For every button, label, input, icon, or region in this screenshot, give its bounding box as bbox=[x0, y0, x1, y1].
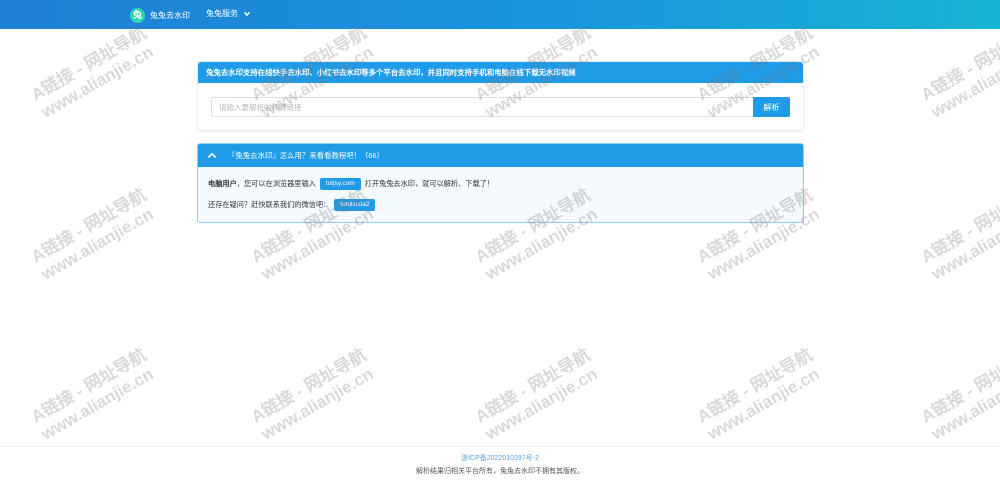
parse-button[interactable]: 解析 bbox=[753, 97, 790, 117]
help-card-title: 『兔兔去水印』怎么用？来看看教程吧！（66） bbox=[228, 151, 385, 160]
watermark: A链接 - 网址导航 www.alianjie.cn bbox=[248, 345, 377, 444]
brand-name: 兔兔去水印 bbox=[150, 10, 190, 20]
watermark: A链接 - 网址导航 www.alianjie.cn bbox=[28, 23, 157, 122]
watermark: A链接 - 网址导航 www.alianjie.cn bbox=[28, 185, 157, 284]
parse-card-title: 兔兔去水印支持在线快手去水印、小红书去水印等多个平台去水印，并且同时支持手机和电… bbox=[198, 62, 803, 83]
chevron-down-icon bbox=[244, 11, 250, 16]
rabbit-logo-icon: 兔 bbox=[130, 7, 145, 23]
brand-link[interactable]: 兔 兔兔去水印 bbox=[130, 6, 190, 24]
wechat-id-tag[interactable]: tutuliuxia2 bbox=[334, 199, 376, 211]
watermark: A链接 - 网址导航 www.alianjie.cn bbox=[918, 185, 1000, 284]
watermark: A链接 - 网址导航 www.alianjie.cn bbox=[472, 345, 601, 444]
search-row: 解析 bbox=[211, 97, 790, 117]
copyright-notice: 解析结果归相关平台所有，兔兔去水印不拥有其版权。 bbox=[416, 468, 584, 475]
watermark: A链接 - 网址导航 www.alianjie.cn bbox=[918, 345, 1000, 444]
help-line-desktop: 电脑用户 ，您可以在浏览器里输入 tutjsy.com 打开兔兔去水印，就可以解… bbox=[208, 178, 494, 190]
help-line-contact: 还存在疑问？赶快联系我们的微信吧： tutuliuxia2 bbox=[208, 199, 379, 211]
watermark: A链接 - 网址导航 www.alianjie.cn bbox=[694, 345, 823, 444]
top-navbar: 兔 兔兔去水印 兔兔服务 bbox=[0, 0, 1000, 29]
footer-divider bbox=[0, 446, 1000, 447]
parse-card: 兔兔去水印支持在线快手去水印、小红书去水印等多个平台去水印，并且同时支持手机和电… bbox=[197, 61, 804, 131]
help-card: 『兔兔去水印』怎么用？来看看教程吧！（66） 电脑用户 ，您可以在浏览器里输入 … bbox=[197, 143, 804, 223]
video-url-input[interactable] bbox=[211, 97, 753, 117]
icp-link[interactable]: 浙ICP备2022010397号-2 bbox=[0, 453, 1000, 463]
help-card-header[interactable]: 『兔兔去水印』怎么用？来看看教程吧！（66） bbox=[198, 144, 803, 167]
help-line1-suffix: 打开兔兔去水印，就可以解析、下载了！ bbox=[364, 179, 495, 188]
watermark: A链接 - 网址导航 www.alianjie.cn bbox=[918, 23, 1000, 122]
watermark: A链接 - 网址导航 www.alianjie.cn bbox=[28, 345, 157, 444]
chevron-up-icon[interactable] bbox=[207, 152, 217, 159]
services-menu[interactable]: 兔兔服务 bbox=[206, 8, 251, 19]
services-menu-label: 兔兔服务 bbox=[206, 9, 238, 18]
help-line1-text: ，您可以在浏览器里输入 bbox=[236, 179, 316, 188]
desktop-user-label: 电脑用户 bbox=[208, 179, 237, 188]
site-domain-tag[interactable]: tutjsy.com bbox=[319, 178, 361, 190]
help-line2-text: 还存在疑问？赶快联系我们的微信吧： bbox=[208, 200, 331, 209]
